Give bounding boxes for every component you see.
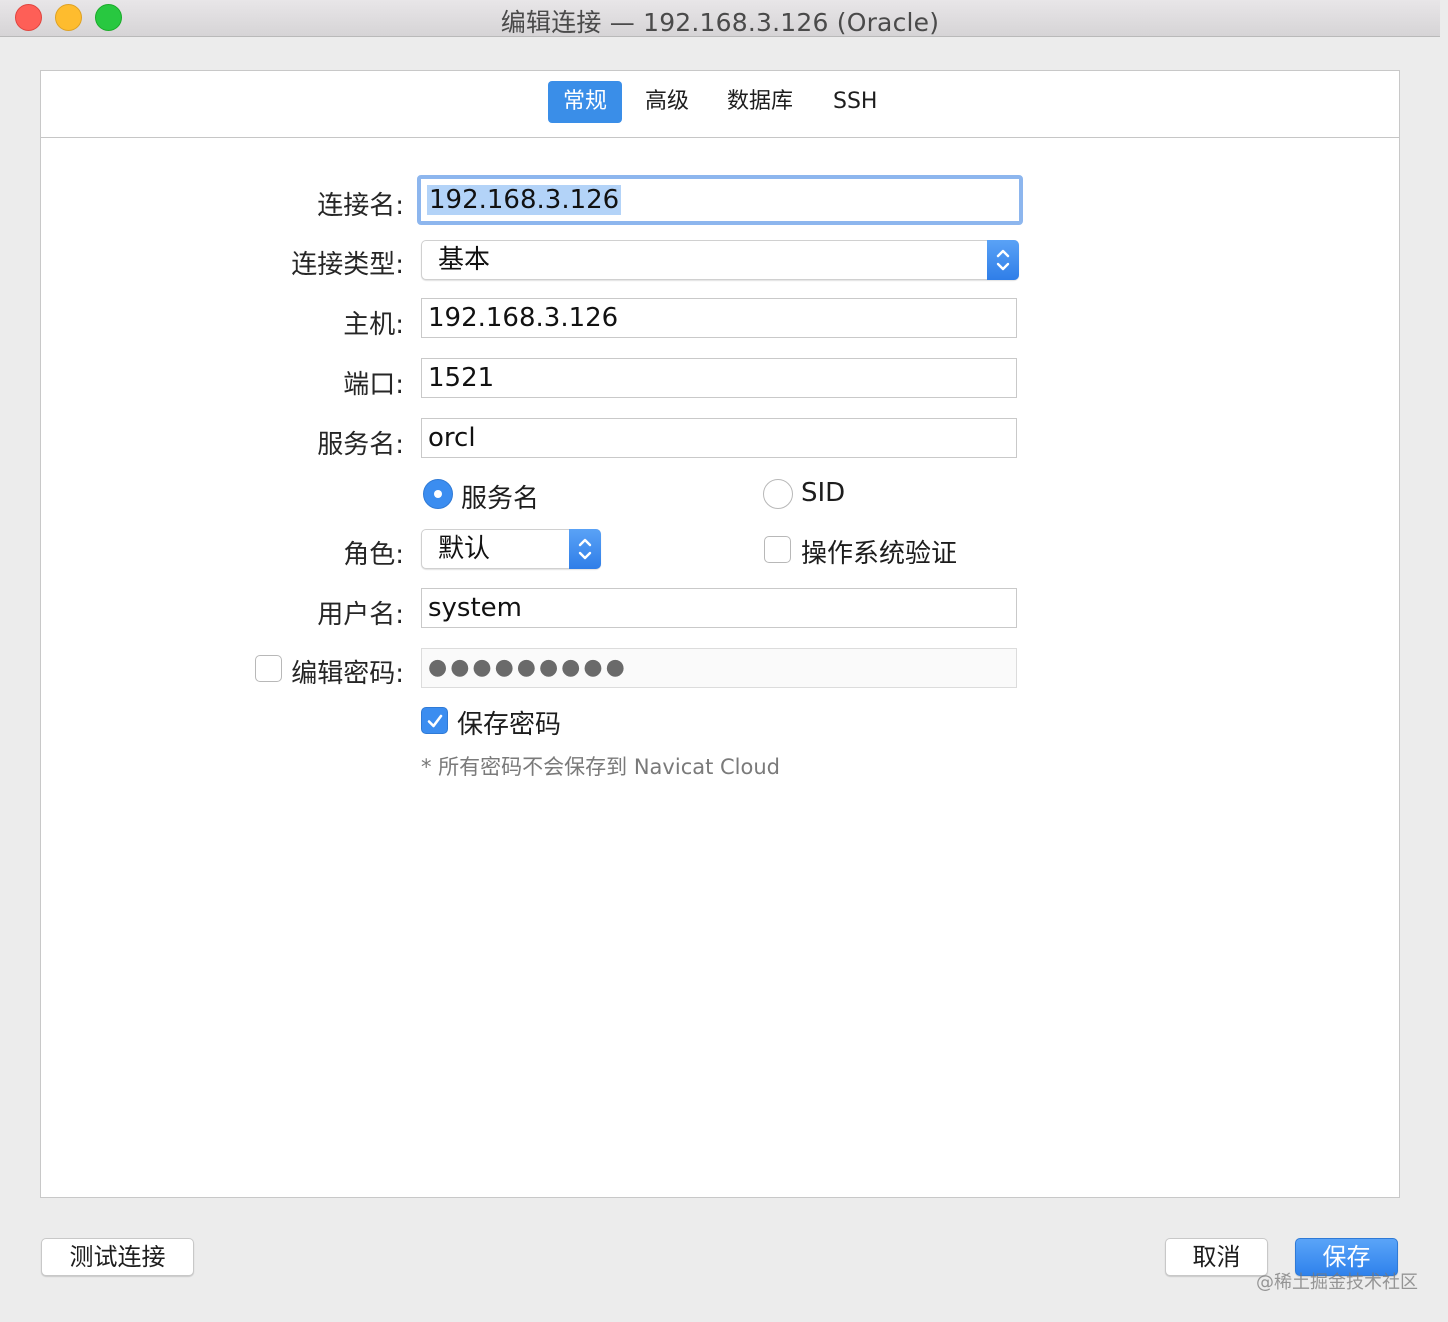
role-select[interactable]: 默认 [421, 529, 601, 569]
connection-name-label: 连接名: [317, 191, 404, 221]
chevron-updown-icon [996, 249, 1010, 271]
os-auth-checkbox[interactable] [764, 536, 791, 563]
edit-password-label: 编辑密码: [291, 659, 404, 689]
tab-database[interactable]: 数据库 [712, 81, 808, 123]
service-name-label: 服务名: [317, 430, 404, 460]
role-label: 角色: [343, 540, 404, 570]
username-input[interactable]: system [421, 588, 1017, 628]
connection-type-select[interactable]: 基本 [421, 240, 1019, 280]
window-title: 编辑连接 — 192.168.3.126 (Oracle) [500, 8, 940, 37]
sid-radio-label[interactable]: SID [801, 478, 845, 508]
chevron-updown-icon [578, 538, 592, 560]
watermark: @稀土掘金技术社区 [1256, 1272, 1418, 1293]
service-name-radio[interactable] [423, 479, 453, 509]
host-input[interactable]: 192.168.3.126 [421, 298, 1017, 338]
connection-name-input[interactable]: 192.168.3.126 [417, 175, 1023, 225]
settings-panel: 常规 高级 数据库 SSH 连接名: 192.168.3.126 连接类型: 基… [40, 70, 1400, 1198]
os-auth-label[interactable]: 操作系统验证 [801, 533, 957, 570]
tab-bar: 常规 高级 数据库 SSH [41, 71, 1399, 138]
host-label: 主机: [343, 310, 404, 340]
save-password-checkbox[interactable] [421, 707, 448, 734]
tab-ssh[interactable]: SSH [818, 81, 892, 123]
role-value: 默认 [438, 534, 491, 564]
port-input[interactable]: 1521 [421, 358, 1017, 398]
title-bar: 编辑连接 — 192.168.3.126 (Oracle) [0, 0, 1440, 37]
tab-general[interactable]: 常规 [548, 81, 623, 123]
cancel-button[interactable]: 取消 [1165, 1238, 1268, 1276]
connection-dialog: 编辑连接 — 192.168.3.126 (Oracle) 常规 高级 数据库 … [0, 0, 1440, 1318]
tab-advanced[interactable]: 高级 [630, 81, 704, 123]
cloud-password-note: * 所有密码不会保存到 Navicat Cloud [421, 755, 780, 779]
connection-type-value: 基本 [438, 245, 491, 275]
port-label: 端口: [343, 370, 404, 400]
service-name-radio-label[interactable]: 服务名 [461, 478, 539, 515]
sid-radio[interactable] [763, 479, 793, 509]
connection-type-label: 连接类型: [291, 250, 404, 280]
service-name-input[interactable]: orcl [421, 418, 1017, 458]
connection-name-value: 192.168.3.126 [427, 185, 622, 215]
checkmark-icon [427, 714, 443, 728]
role-stepper[interactable] [569, 529, 601, 569]
username-label: 用户名: [317, 600, 404, 630]
password-input[interactable]: ●●●●●●●●● [421, 648, 1017, 688]
test-connection-button[interactable]: 测试连接 [41, 1238, 194, 1276]
connection-type-stepper[interactable] [987, 240, 1019, 280]
save-password-label[interactable]: 保存密码 [457, 704, 561, 741]
